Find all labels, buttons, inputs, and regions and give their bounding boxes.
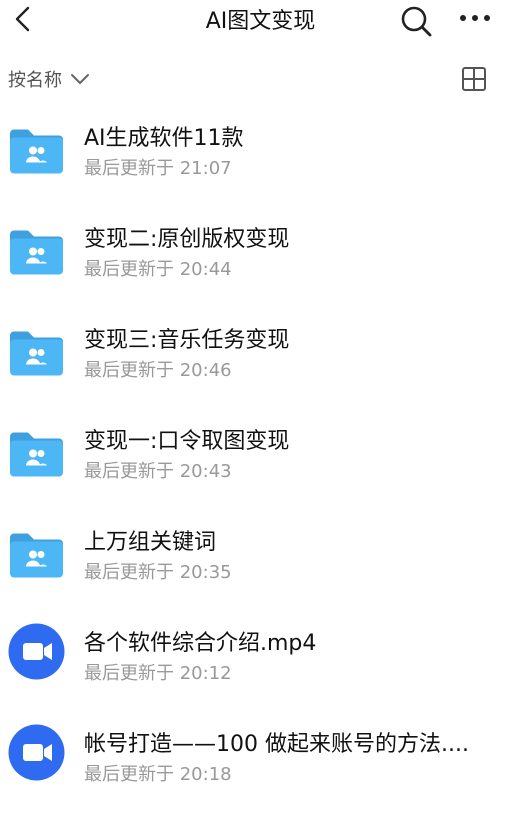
video-file-icon (8, 724, 65, 781)
file-updated-time: 最后更新于 21:07 (84, 158, 232, 179)
shared-folder-icon (10, 129, 63, 174)
file-name: AI生成软件11款 (84, 126, 244, 151)
list-item[interactable]: 变现三:音乐任务变现 最后更新于 20:46 (0, 320, 521, 421)
shared-folder-icon (10, 432, 63, 477)
sort-label: 按名称 (8, 70, 62, 91)
more-dots-icon[interactable] (458, 10, 492, 26)
video-file-icon (8, 623, 65, 680)
grid-view-icon[interactable] (461, 66, 487, 92)
shared-folder-icon (10, 533, 63, 578)
file-name: 各个软件综合介绍.mp4 (84, 631, 317, 656)
list-item[interactable]: 各个软件综合介绍.mp4 最后更新于 20:12 (0, 623, 521, 724)
page-title: AI图文变现 (205, 9, 316, 34)
shared-folder-icon (10, 331, 63, 376)
top-bar: AI图文变现 (0, 0, 521, 38)
list-item[interactable]: 变现一:口令取图变现 最后更新于 20:43 (0, 421, 521, 522)
file-updated-time: 最后更新于 20:46 (84, 360, 232, 381)
list-item[interactable]: 变现二:原创版权变现 最后更新于 20:44 (0, 219, 521, 320)
search-icon[interactable] (399, 4, 433, 38)
file-updated-time: 最后更新于 20:43 (84, 461, 232, 482)
file-name: 上万组关键词 (84, 530, 217, 555)
list-item[interactable]: 上万组关键词 最后更新于 20:35 (0, 522, 521, 623)
list-item[interactable]: AI生成软件11款 最后更新于 21:07 (0, 118, 521, 219)
chevron-down-icon (71, 74, 89, 84)
file-name: 变现三:音乐任务变现 (84, 328, 290, 353)
file-list: AI生成软件11款 最后更新于 21:07 变现二:原创版权变现 最后更新于 2… (0, 118, 521, 825)
list-item[interactable]: 帐号打造——100 做起来账号的方法.... 最后更新于 20:18 (0, 724, 521, 825)
shared-folder-icon (10, 230, 63, 275)
file-updated-time: 最后更新于 20:12 (84, 663, 232, 684)
sort-selector[interactable]: 按名称 (8, 66, 90, 92)
file-updated-time: 最后更新于 20:35 (84, 562, 232, 583)
file-updated-time: 最后更新于 20:18 (84, 764, 232, 785)
file-updated-time: 最后更新于 20:44 (84, 259, 232, 280)
file-name: 变现二:原创版权变现 (84, 227, 290, 252)
file-name: 变现一:口令取图变现 (84, 429, 290, 454)
list-toolbar: 按名称 (0, 38, 521, 118)
file-name: 帐号打造——100 做起来账号的方法.... (84, 732, 469, 757)
